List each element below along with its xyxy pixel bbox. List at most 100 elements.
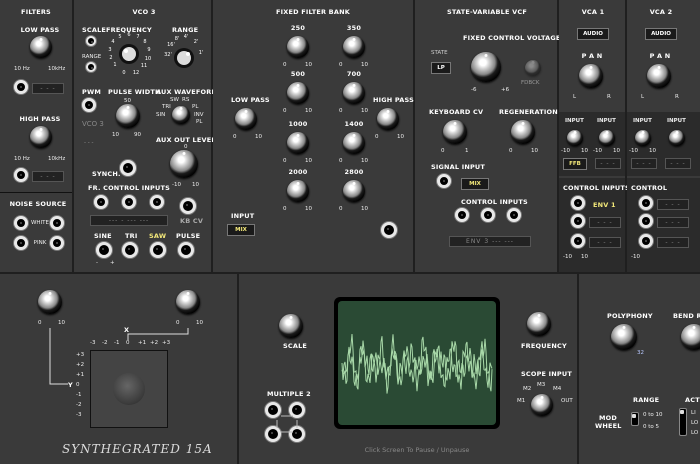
multiple-label: MULTIPLE 2 <box>267 390 311 398</box>
ffb-mix-button[interactable]: MIX <box>227 224 255 236</box>
saw-label: SAW <box>149 232 167 240</box>
vca2-audio-button[interactable]: AUDIO <box>645 28 677 40</box>
aux-mark-m10: -10 <box>172 182 181 188</box>
high-pass-knob[interactable] <box>30 126 52 148</box>
svf-env-display: ENV 3 --- --- <box>449 236 531 247</box>
ffb-lp-min: 0 <box>233 134 237 140</box>
fr-jack-2[interactable] <box>122 195 136 209</box>
ffb-low-pass-label: LOW PASS <box>231 96 270 104</box>
y-tick: -1 <box>76 392 82 398</box>
range-dial[interactable]: 16'8' 4' 2' 32' 1' <box>164 32 204 74</box>
range-label-poly: RANGE <box>633 396 660 404</box>
low-pass-jack[interactable] <box>14 80 28 94</box>
band-max-500: 10 <box>305 108 312 114</box>
vca2-ctrl-jack-1[interactable] <box>639 196 653 210</box>
signal-jack[interactable] <box>437 174 451 188</box>
vca1-pan-knob[interactable] <box>579 64 603 88</box>
high-pass-display: - - - <box>32 171 64 182</box>
vca2-ctrl-jack-3[interactable] <box>639 234 653 248</box>
tri-jack[interactable] <box>122 242 138 258</box>
fr-jack-3[interactable] <box>150 195 164 209</box>
band-knob-2800[interactable] <box>343 180 365 202</box>
range-switch[interactable] <box>631 412 639 426</box>
vca1-input-knob-1[interactable] <box>567 130 583 146</box>
vca1-ffb-button[interactable]: FFB <box>563 158 587 170</box>
fixed-cv-knob[interactable] <box>471 52 501 82</box>
kb-cv-jack[interactable] <box>180 198 196 214</box>
vca2-input-knob-1[interactable] <box>635 130 651 146</box>
band-knob-700[interactable] <box>343 82 365 104</box>
scale-led[interactable] <box>86 36 96 46</box>
band-knob-1000[interactable] <box>287 132 309 154</box>
ffb-out-jack[interactable] <box>381 222 397 238</box>
scale-knob[interactable] <box>279 314 303 338</box>
high-pass-jack[interactable] <box>14 168 28 182</box>
keyboard-cv-knob[interactable] <box>443 120 467 144</box>
vca1-ctrl-display-2: - - - <box>589 237 621 248</box>
low-pass-label: LOW PASS <box>20 26 60 34</box>
svf-ctrl-jack-3[interactable] <box>507 208 521 222</box>
vca1-audio-button[interactable]: AUDIO <box>577 28 609 40</box>
band-min-1000: 0 <box>283 158 287 164</box>
pink-jack-2[interactable] <box>50 236 64 250</box>
ffb-low-pass-knob[interactable] <box>235 108 257 130</box>
band-knob-250[interactable] <box>287 36 309 58</box>
state-label: STATE <box>431 50 448 56</box>
vca2-pan-knob[interactable] <box>647 64 671 88</box>
cv-min: -6 <box>471 87 477 93</box>
polyphony-knob[interactable] <box>611 324 637 350</box>
fdbck-knob[interactable] <box>525 60 541 76</box>
white-jack-2[interactable] <box>50 216 64 230</box>
vca1-ctrl-jack-2[interactable] <box>571 214 585 228</box>
vca2-input-knob-2[interactable] <box>669 130 685 146</box>
range-led[interactable] <box>86 62 96 72</box>
signal-input-label: SIGNAL INPUT <box>431 163 486 171</box>
y-tick: +1 <box>76 372 85 378</box>
frequency-dial[interactable]: 6543210 789101112 <box>106 30 152 76</box>
band-knob-1400[interactable] <box>343 132 365 154</box>
band-knob-2000[interactable] <box>287 180 309 202</box>
band-max-700: 10 <box>361 108 368 114</box>
joystick-puck[interactable] <box>113 373 145 405</box>
low-pass-min: 10 Hz <box>14 66 30 72</box>
vca1-ctrl-jack-3[interactable] <box>571 234 585 248</box>
joystick-pad[interactable] <box>90 350 168 428</box>
scope-screen[interactable] <box>333 296 501 430</box>
vca2-ctrl-jack-2[interactable] <box>639 214 653 228</box>
svf-mix-button[interactable]: MIX <box>461 178 489 190</box>
vca1-input-knob-2[interactable] <box>599 130 615 146</box>
bend-label: BEND RA <box>673 312 700 320</box>
pulse-jack[interactable] <box>178 242 194 258</box>
synch-jack[interactable] <box>120 160 136 176</box>
white-jack-1[interactable] <box>14 216 28 230</box>
aux-waveform-knob[interactable] <box>172 106 190 124</box>
scope-input-knob[interactable] <box>531 394 553 416</box>
acti-switch[interactable] <box>679 408 687 436</box>
band-knob-350[interactable] <box>343 36 365 58</box>
aux-out-knob[interactable] <box>170 150 198 178</box>
pwm-jack[interactable] <box>82 98 96 112</box>
state-lp-button[interactable]: LP <box>431 62 451 74</box>
regeneration-knob[interactable] <box>511 120 535 144</box>
aux-mark-10: 10 <box>192 182 199 188</box>
svf-ctrl-jack-2[interactable] <box>481 208 495 222</box>
pwm-label: PWM <box>82 88 102 96</box>
ffb-high-pass-knob[interactable] <box>377 108 399 130</box>
fr-jack-1[interactable] <box>94 195 108 209</box>
sine-jack[interactable] <box>96 242 112 258</box>
low-pass-knob[interactable] <box>30 36 52 58</box>
frequency-knob[interactable] <box>527 312 551 336</box>
bend-knob[interactable] <box>681 324 700 350</box>
wf-pl2: PL <box>196 119 203 125</box>
vca1-m4: 10 <box>613 148 620 154</box>
band-max-250: 10 <box>305 62 312 68</box>
vca1-ctrl-jack-1[interactable] <box>571 196 585 210</box>
pulse-width-knob[interactable] <box>116 104 140 128</box>
vca2-ctrl-display-3: - - - <box>657 237 689 248</box>
keyboard-cv-label: KEYBOARD CV <box>429 108 484 116</box>
svg-text:12: 12 <box>133 70 139 76</box>
pink-jack-1[interactable] <box>14 236 28 250</box>
band-knob-500[interactable] <box>287 82 309 104</box>
svf-ctrl-jack-1[interactable] <box>455 208 469 222</box>
saw-jack[interactable] <box>150 242 166 258</box>
